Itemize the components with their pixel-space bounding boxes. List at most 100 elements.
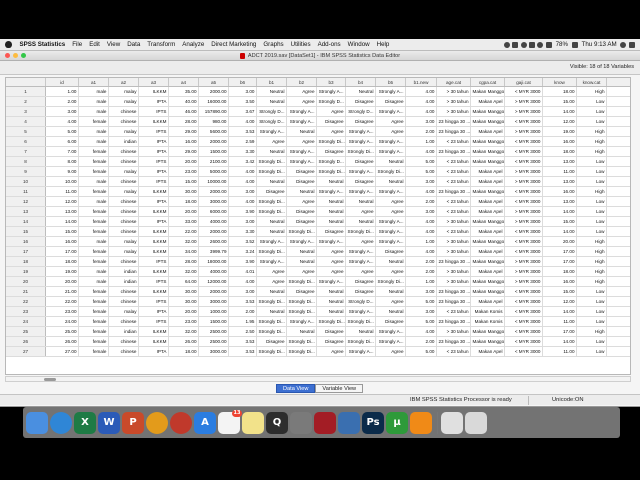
table-cell[interactable]: Makan Manggo (471, 87, 505, 96)
table-cell[interactable]: < MYR 3000 (505, 197, 543, 206)
table-cell[interactable]: 2.00 (46, 97, 79, 106)
table-cell[interactable]: 17.00 (543, 327, 577, 336)
table-cell[interactable]: malay (109, 247, 139, 256)
table-row[interactable]: 7 7.00 female chinese IPTA 29.00 1500.00 3.30 Ne… (6, 147, 630, 157)
table-cell[interactable]: female (79, 257, 109, 266)
table-cell[interactable]: Strongly A... (346, 347, 376, 356)
table-cell[interactable]: 18000.00 (199, 257, 229, 266)
table-cell[interactable]: 22.00 (169, 227, 199, 236)
table-cell[interactable]: Strongly A... (287, 317, 317, 326)
row-number[interactable]: 25 (6, 327, 46, 336)
table-cell[interactable]: IPTA (139, 197, 169, 206)
table-cell[interactable]: 23 hingga 30 ... (437, 127, 471, 136)
table-cell[interactable]: Strongly A... (376, 147, 406, 156)
scrollbar-thumb[interactable] (44, 378, 56, 381)
menu-data[interactable]: Data (124, 41, 144, 48)
table-cell[interactable]: Strongly Di... (287, 277, 317, 286)
menu-view[interactable]: View (103, 41, 123, 48)
row-number[interactable]: 26 (6, 337, 46, 346)
table-cell[interactable]: 16.00 (543, 277, 577, 286)
column-header[interactable]: b4 (346, 78, 376, 86)
column-header[interactable]: gaji.cat (505, 78, 543, 86)
table-cell[interactable]: 1.00 (406, 137, 437, 146)
table-cell[interactable]: 3.00 (229, 87, 257, 96)
menu-add-ons[interactable]: Add-ons (314, 41, 344, 48)
table-row[interactable]: 26 26.00 female chinese ILKKM 26.00 2500.00 3.5… (6, 337, 630, 347)
table-cell[interactable]: 15.00 (543, 217, 577, 226)
table-cell[interactable]: Strongly A... (376, 107, 406, 116)
table-cell[interactable]: 14.00 (46, 217, 79, 226)
table-cell[interactable]: < MYR 3000 (505, 327, 543, 336)
table-cell[interactable]: Makan Manggo (471, 277, 505, 286)
table-cell[interactable]: Strongly A... (376, 237, 406, 246)
table-cell[interactable]: 23 hingga 30 ... (437, 147, 471, 156)
table-cell[interactable]: Strongly A... (317, 277, 346, 286)
table-cell[interactable]: 4000.00 (199, 267, 229, 276)
table-cell[interactable]: 157890.00 (199, 107, 229, 116)
row-number[interactable]: 14 (6, 217, 46, 226)
table-cell[interactable]: Strongly A... (287, 237, 317, 246)
table-cell[interactable]: Strongly D... (257, 107, 287, 116)
table-cell[interactable]: High (577, 187, 607, 196)
table-row[interactable]: 6 6.00 male indian IPTA 16.00 2000.00 2.59 Agree… (6, 137, 630, 147)
table-cell[interactable]: < 23 tahun (437, 307, 471, 316)
table-cell[interactable]: Makan Apel (471, 127, 505, 136)
table-cell[interactable]: 32.00 (169, 267, 199, 276)
table-cell[interactable]: Low (577, 157, 607, 166)
table-cell[interactable]: IPTA (139, 147, 169, 156)
table-cell[interactable]: Disagree (257, 337, 287, 346)
excel-icon[interactable]: X (74, 411, 96, 434)
table-cell[interactable]: Low (577, 347, 607, 356)
table-cell[interactable]: > MYR 3000 (505, 217, 543, 226)
table-cell[interactable]: female (79, 347, 109, 356)
table-cell[interactable]: Neutral (287, 257, 317, 266)
system-preferences-icon[interactable] (290, 411, 312, 434)
row-number[interactable]: 11 (6, 187, 46, 196)
table-cell[interactable]: > MYR 3000 (505, 177, 543, 186)
table-cell[interactable]: Strongly A... (376, 227, 406, 236)
table-cell[interactable]: 14.00 (543, 207, 577, 216)
table-cell[interactable]: Agree (376, 297, 406, 306)
table-cell[interactable]: Strongly A... (287, 107, 317, 116)
row-number-header[interactable] (6, 78, 46, 86)
table-cell[interactable]: Makan Komis (471, 307, 505, 316)
table-cell[interactable]: female (79, 307, 109, 316)
table-cell[interactable]: 3.00 (229, 187, 257, 196)
table-cell[interactable]: 30.00 (169, 297, 199, 306)
table-cell[interactable]: 2.00 (229, 307, 257, 316)
table-cell[interactable]: chinese (109, 227, 139, 236)
table-cell[interactable]: 4.00 (406, 247, 437, 256)
table-cell[interactable]: < 23 tahun (437, 347, 471, 356)
table-cell[interactable]: Makan Manggo (471, 107, 505, 116)
table-cell[interactable]: Low (577, 177, 607, 186)
table-cell[interactable]: 10.00 (46, 177, 79, 186)
table-cell[interactable]: Strongly D... (317, 97, 346, 106)
powerpoint-icon[interactable]: P (122, 411, 144, 434)
table-cell[interactable]: > 30 tahun (437, 327, 471, 336)
tab-variable-view[interactable]: Variable View (315, 384, 364, 393)
menu-file[interactable]: File (69, 41, 86, 48)
table-cell[interactable]: Strongly A... (376, 327, 406, 336)
table-cell[interactable]: chinese (109, 317, 139, 326)
table-cell[interactable]: 23.00 (46, 307, 79, 316)
table-cell[interactable]: Strongly A... (317, 237, 346, 246)
table-cell[interactable]: 3999.79 (199, 247, 229, 256)
column-header[interactable]: age.cat (437, 78, 471, 86)
column-header[interactable]: b2 (287, 78, 317, 86)
table-cell[interactable]: 11.00 (46, 187, 79, 196)
row-number[interactable]: 23 (6, 307, 46, 316)
table-cell[interactable]: female (79, 287, 109, 296)
table-cell[interactable]: Strongly Di... (257, 327, 287, 336)
row-number[interactable]: 19 (6, 267, 46, 276)
table-cell[interactable]: malay (109, 167, 139, 176)
column-header[interactable]: b1 (257, 78, 287, 86)
dropbox-icon[interactable] (512, 41, 519, 48)
table-cell[interactable]: Neutral (287, 127, 317, 136)
table-cell[interactable]: 20.00 (169, 307, 199, 316)
table-cell[interactable]: 5.00 (406, 167, 437, 176)
table-cell[interactable]: 23.00 (169, 167, 199, 176)
row-number[interactable]: 6 (6, 137, 46, 146)
table-cell[interactable]: 11.00 (543, 317, 577, 326)
row-number[interactable]: 5 (6, 127, 46, 136)
table-cell[interactable]: Agree (376, 117, 406, 126)
